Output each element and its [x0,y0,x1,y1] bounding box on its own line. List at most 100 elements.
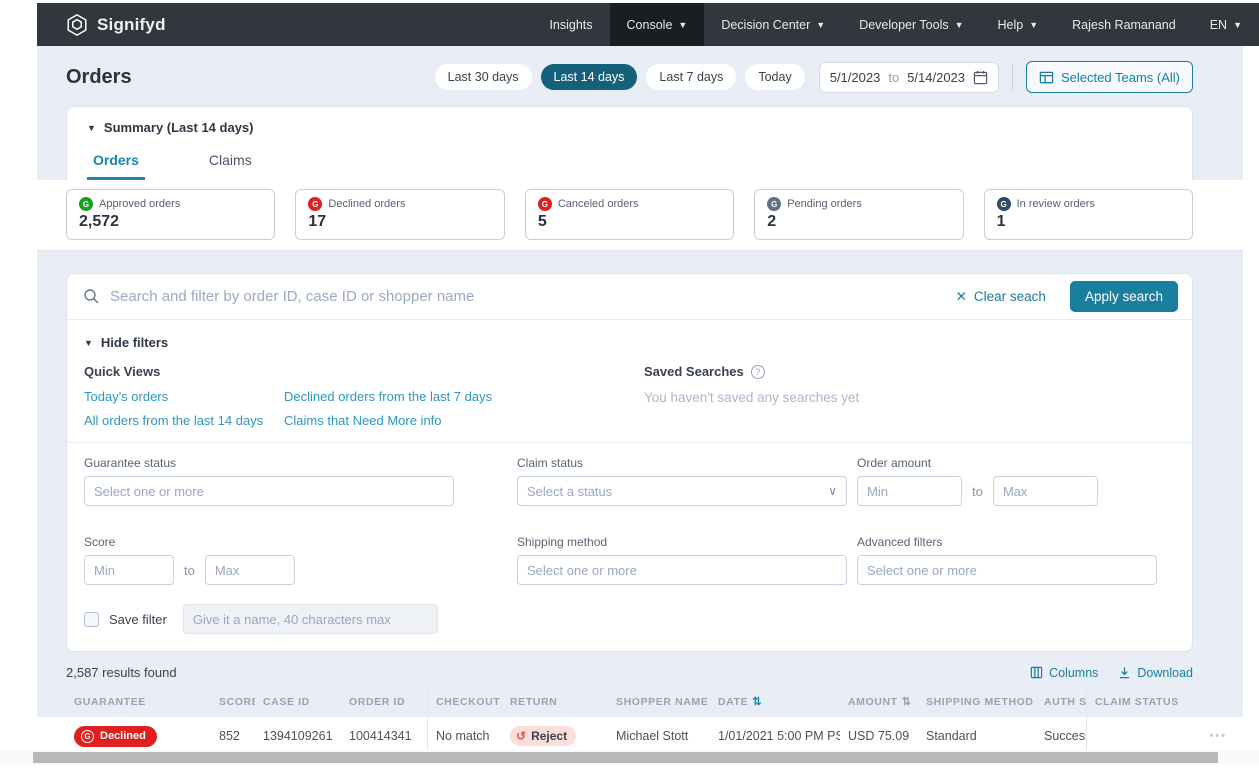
collapse-caret-icon: ▼ [84,339,93,348]
range-pill-last-14-days[interactable]: Last 14 days [541,64,638,90]
range-pill-today[interactable]: Today [745,64,804,90]
date-range-to-label: to [888,70,899,85]
nav-item-decision-center[interactable]: Decision Center▼ [704,3,842,46]
score-label: Score [84,535,517,549]
claim-status-select[interactable] [517,476,847,506]
nav-item-language[interactable]: EN▼ [1193,3,1259,46]
tab-claims[interactable]: Claims [203,145,258,180]
col-amount[interactable]: AMOUNT⇅ [840,696,918,708]
chevron-down-icon: ▼ [1233,21,1242,30]
saved-searches-title: Saved Searches [644,364,744,379]
return-reject-badge: ↺Reject [510,726,576,746]
guarantee-canceled-icon: G [538,197,552,211]
score-max-input[interactable] [205,555,295,585]
nav-item-user[interactable]: Rajesh Ramanand [1055,3,1193,46]
save-filter-checkbox[interactable] [84,612,99,627]
date-from-value[interactable]: 5/1/2023 [830,70,881,85]
quick-view-declined-7-days[interactable]: Declined orders from the last 7 days [284,389,644,404]
save-filter-label: Save filter [109,612,167,627]
nav-item-insights[interactable]: Insights [532,3,609,46]
clear-search-button[interactable]: ✕ Clear seach [956,289,1046,305]
collapse-caret-icon: ▼ [87,124,96,133]
amount-cell: USD 75.09 [840,729,918,743]
summary-card-canceled-orders[interactable]: G Canceled orders 5 [525,189,734,240]
col-case-id[interactable]: CASE ID [255,696,341,708]
row-actions-menu[interactable]: ••• [1185,730,1227,742]
table-header: GUARANTEE SCORE CASE ID ORDER ID CHECKOU… [37,688,1243,716]
sort-icon[interactable]: ⇅ [752,697,762,708]
card-label: Pending orders [787,198,862,210]
shipping-method-input[interactable] [517,555,847,585]
search-input[interactable] [110,288,946,305]
nav-item-console[interactable]: Console▼ [610,3,705,46]
col-checkout[interactable]: CHECKOUT [427,688,502,716]
summary-cards-band: GApproved orders 2,572 GDeclined orders … [37,180,1243,251]
signifyd-brand[interactable]: Signifyd [65,13,166,37]
card-value: 1 [997,213,1180,231]
col-shopper-name[interactable]: SHOPPER NAME [608,696,710,708]
guarantee-status-label: Guarantee status [84,456,517,470]
quick-view-all-orders-14-days[interactable]: All orders from the last 14 days [84,413,284,428]
col-auth-status[interactable]: AUTH S [1036,696,1086,708]
teams-icon [1039,70,1054,85]
advanced-filters-filter: Advanced filters [857,535,1172,585]
range-pill-last-30-days[interactable]: Last 30 days [435,64,532,90]
saved-searches-empty-text: You haven't saved any searches yet [644,390,859,405]
calendar-icon[interactable] [973,70,988,85]
summary-card-declined-orders[interactable]: GDeclined orders 17 [295,189,504,240]
top-navbar: Signifyd Insights Console▼ Decision Cent… [37,3,1259,46]
auth-status-cell: Success [1036,729,1086,743]
save-filter-name-input[interactable] [183,604,438,634]
guarantee-status-input[interactable] [84,476,454,506]
date-to-value[interactable]: 5/14/2023 [907,70,965,85]
summary-collapse-toggle[interactable]: ▼ Summary (Last 14 days) [87,120,1172,135]
columns-button[interactable]: Columns [1030,666,1098,680]
shipping-method-filter: Shipping method [517,535,857,585]
range-pill-last-7-days[interactable]: Last 7 days [646,64,736,90]
score-filter: Score to [84,535,517,585]
card-label: Canceled orders [558,198,639,210]
quick-view-claims-need-info[interactable]: Claims that Need More info [284,413,644,428]
summary-card-in-review-orders[interactable]: GIn review orders 1 [984,189,1193,240]
horizontal-scrollbar[interactable] [0,750,1259,765]
guarantee-icon: G [81,730,94,743]
summary-card-approved-orders[interactable]: GApproved orders 2,572 [66,189,275,240]
download-button[interactable]: Download [1118,666,1193,680]
selected-teams-button[interactable]: Selected Teams (All) [1026,61,1193,93]
guarantee-pending-icon: G [767,197,781,211]
col-return[interactable]: RETURN [502,696,608,708]
case-id-cell[interactable]: 1394109261 [255,729,341,743]
guarantee-cell: GDeclined [66,726,211,747]
card-value: 5 [538,213,721,231]
col-claim-status[interactable]: CLAIM STATUS [1086,688,1185,716]
order-amount-max-input[interactable] [993,476,1098,506]
nav-item-help[interactable]: Help▼ [981,3,1056,46]
chevron-down-icon: ▼ [955,21,964,30]
order-amount-min-input[interactable] [857,476,962,506]
tab-orders[interactable]: Orders [87,145,145,180]
help-circle-icon[interactable]: ? [751,365,765,379]
signifyd-logo-icon [65,13,89,37]
shopper-name-cell: Michael Stott [608,729,710,743]
quick-view-todays-orders[interactable]: Today's orders [84,389,284,404]
apply-search-button[interactable]: Apply search [1070,281,1178,312]
claim-status-label: Claim status [517,456,857,470]
col-guarantee[interactable]: GUARANTEE [66,696,211,708]
col-date[interactable]: DATE⇅ [710,696,840,708]
save-filter-row: Save filter [67,585,1192,651]
col-order-id[interactable]: ORDER ID [341,696,427,708]
advanced-filters-input[interactable] [857,555,1157,585]
date-range-picker[interactable]: 5/1/2023 to 5/14/2023 [819,62,999,93]
sort-icon[interactable]: ⇅ [902,697,912,708]
quick-views-title: Quick Views [84,364,644,379]
scrollbar-thumb[interactable] [33,752,1218,763]
hide-filters-toggle[interactable]: ▼ Hide filters [67,320,1192,352]
nav-item-developer-tools[interactable]: Developer Tools▼ [842,3,980,46]
col-shipping-method[interactable]: SHIPPING METHOD [918,696,1036,708]
date-cell: 1/01/2021 5:00 PM PST [710,729,840,743]
card-value: 2,572 [79,213,262,231]
col-score[interactable]: SCORE [211,696,255,708]
score-min-input[interactable] [84,555,174,585]
summary-card-pending-orders[interactable]: GPending orders 2 [754,189,963,240]
order-amount-label: Order amount [857,456,1172,470]
